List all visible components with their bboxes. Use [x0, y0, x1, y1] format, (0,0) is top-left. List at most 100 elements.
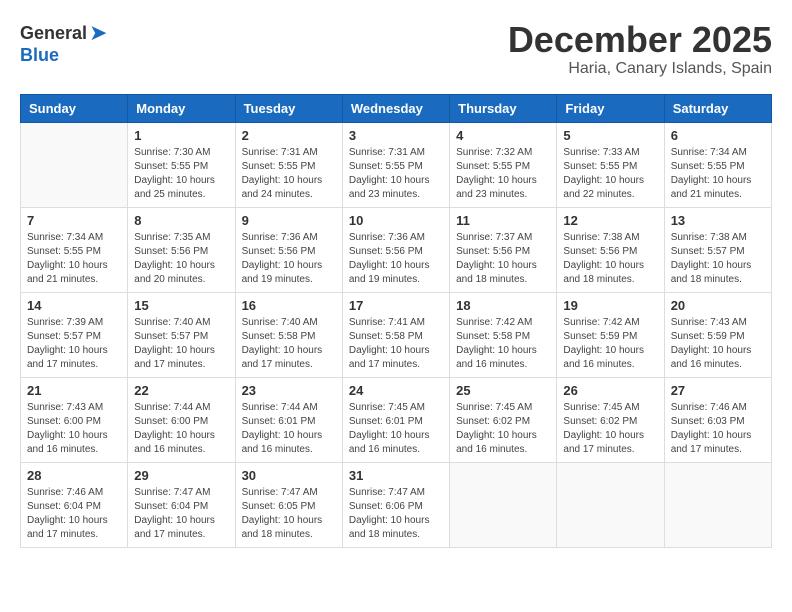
day-number: 14 — [27, 298, 121, 313]
day-number: 30 — [242, 468, 336, 483]
day-info: Sunrise: 7:38 AM Sunset: 5:56 PM Dayligh… — [563, 231, 657, 287]
day-number: 17 — [349, 298, 443, 313]
day-number: 31 — [349, 468, 443, 483]
calendar-cell: 3 Sunrise: 7:31 AM Sunset: 5:55 PM Daylig… — [342, 122, 449, 207]
day-info: Sunrise: 7:30 AM Sunset: 5:55 PM Dayligh… — [134, 146, 228, 202]
calendar-cell: 12 Sunrise: 7:38 AM Sunset: 5:56 PM Dayli… — [557, 207, 664, 292]
day-number: 28 — [27, 468, 121, 483]
calendar-cell: 22 Sunrise: 7:44 AM Sunset: 6:00 PM Dayli… — [128, 377, 235, 462]
calendar-table: SundayMondayTuesdayWednesdayThursdayFrid… — [20, 94, 772, 548]
calendar-cell: 11 Sunrise: 7:37 AM Sunset: 5:56 PM Dayli… — [450, 207, 557, 292]
day-info: Sunrise: 7:34 AM Sunset: 5:55 PM Dayligh… — [671, 146, 765, 202]
day-info: Sunrise: 7:39 AM Sunset: 5:57 PM Dayligh… — [27, 316, 121, 372]
day-info: Sunrise: 7:44 AM Sunset: 6:01 PM Dayligh… — [242, 401, 336, 457]
day-info: Sunrise: 7:42 AM Sunset: 5:59 PM Dayligh… — [563, 316, 657, 372]
day-info: Sunrise: 7:43 AM Sunset: 5:59 PM Dayligh… — [671, 316, 765, 372]
title-block: December 2025 Haria, Canary Islands, Spa… — [508, 20, 772, 78]
location-subtitle: Haria, Canary Islands, Spain — [508, 60, 772, 78]
weekday-header: Friday — [557, 94, 664, 122]
day-info: Sunrise: 7:45 AM Sunset: 6:02 PM Dayligh… — [456, 401, 550, 457]
day-number: 20 — [671, 298, 765, 313]
week-row: 14 Sunrise: 7:39 AM Sunset: 5:57 PM Dayli… — [21, 292, 772, 377]
day-info: Sunrise: 7:47 AM Sunset: 6:06 PM Dayligh… — [349, 486, 443, 542]
day-number: 26 — [563, 383, 657, 398]
day-info: Sunrise: 7:40 AM Sunset: 5:58 PM Dayligh… — [242, 316, 336, 372]
day-info: Sunrise: 7:47 AM Sunset: 6:05 PM Dayligh… — [242, 486, 336, 542]
week-row: 7 Sunrise: 7:34 AM Sunset: 5:55 PM Daylig… — [21, 207, 772, 292]
day-number: 10 — [349, 213, 443, 228]
day-info: Sunrise: 7:37 AM Sunset: 5:56 PM Dayligh… — [456, 231, 550, 287]
day-info: Sunrise: 7:36 AM Sunset: 5:56 PM Dayligh… — [242, 231, 336, 287]
week-row: 21 Sunrise: 7:43 AM Sunset: 6:00 PM Dayli… — [21, 377, 772, 462]
calendar-cell: 16Sunrise: 7:40 AM Sunset: 5:58 PM Dayli… — [235, 292, 342, 377]
day-number: 3 — [349, 128, 443, 143]
logo-blue: Blue — [20, 45, 59, 65]
day-info: Sunrise: 7:31 AM Sunset: 5:55 PM Dayligh… — [242, 146, 336, 202]
logo-bird-icon: ➤ — [89, 20, 107, 46]
day-number: 11 — [456, 213, 550, 228]
day-info: Sunrise: 7:44 AM Sunset: 6:00 PM Dayligh… — [134, 401, 228, 457]
calendar-cell: 31 Sunrise: 7:47 AM Sunset: 6:06 PM Dayli… — [342, 462, 449, 547]
calendar-cell: 2 Sunrise: 7:31 AM Sunset: 5:55 PM Daylig… — [235, 122, 342, 207]
calendar-cell: 19 Sunrise: 7:42 AM Sunset: 5:59 PM Dayli… — [557, 292, 664, 377]
weekday-header: Saturday — [664, 94, 771, 122]
calendar-cell: 8Sunrise: 7:35 AM Sunset: 5:56 PM Daylig… — [128, 207, 235, 292]
calendar-cell: 18 Sunrise: 7:42 AM Sunset: 5:58 PM Dayli… — [450, 292, 557, 377]
calendar-cell: 1Sunrise: 7:30 AM Sunset: 5:55 PM Daylig… — [128, 122, 235, 207]
day-info: Sunrise: 7:36 AM Sunset: 5:56 PM Dayligh… — [349, 231, 443, 287]
calendar-cell: 24 Sunrise: 7:45 AM Sunset: 6:01 PM Dayli… — [342, 377, 449, 462]
calendar-cell: 17 Sunrise: 7:41 AM Sunset: 5:58 PM Dayli… — [342, 292, 449, 377]
calendar-cell: 30 Sunrise: 7:47 AM Sunset: 6:05 PM Dayli… — [235, 462, 342, 547]
day-info: Sunrise: 7:42 AM Sunset: 5:58 PM Dayligh… — [456, 316, 550, 372]
calendar-cell: 10 Sunrise: 7:36 AM Sunset: 5:56 PM Dayli… — [342, 207, 449, 292]
day-info: Sunrise: 7:46 AM Sunset: 6:04 PM Dayligh… — [27, 486, 121, 542]
weekday-header: Tuesday — [235, 94, 342, 122]
calendar-cell: 4Sunrise: 7:32 AM Sunset: 5:55 PM Daylig… — [450, 122, 557, 207]
calendar-cell: 21 Sunrise: 7:43 AM Sunset: 6:00 PM Dayli… — [21, 377, 128, 462]
calendar-cell: 7 Sunrise: 7:34 AM Sunset: 5:55 PM Daylig… — [21, 207, 128, 292]
calendar-cell — [450, 462, 557, 547]
day-info: Sunrise: 7:41 AM Sunset: 5:58 PM Dayligh… — [349, 316, 443, 372]
day-number: 7 — [27, 213, 121, 228]
day-info: Sunrise: 7:47 AM Sunset: 6:04 PM Dayligh… — [134, 486, 228, 542]
day-number: 12 — [563, 213, 657, 228]
calendar-cell: 27Sunrise: 7:46 AM Sunset: 6:03 PM Dayli… — [664, 377, 771, 462]
day-info: Sunrise: 7:43 AM Sunset: 6:00 PM Dayligh… — [27, 401, 121, 457]
day-info: Sunrise: 7:35 AM Sunset: 5:56 PM Dayligh… — [134, 231, 228, 287]
day-number: 21 — [27, 383, 121, 398]
calendar-cell: 28 Sunrise: 7:46 AM Sunset: 6:04 PM Dayli… — [21, 462, 128, 547]
weekday-header: Monday — [128, 94, 235, 122]
month-title: December 2025 — [508, 20, 772, 60]
day-number: 6 — [671, 128, 765, 143]
day-number: 23 — [242, 383, 336, 398]
calendar-cell: 23 Sunrise: 7:44 AM Sunset: 6:01 PM Dayli… — [235, 377, 342, 462]
logo-general: General — [20, 24, 87, 42]
weekday-header: Thursday — [450, 94, 557, 122]
week-row: 28 Sunrise: 7:46 AM Sunset: 6:04 PM Dayli… — [21, 462, 772, 547]
calendar-cell: 5Sunrise: 7:33 AM Sunset: 5:55 PM Daylig… — [557, 122, 664, 207]
calendar-cell: 20 Sunrise: 7:43 AM Sunset: 5:59 PM Dayli… — [664, 292, 771, 377]
day-info: Sunrise: 7:45 AM Sunset: 6:01 PM Dayligh… — [349, 401, 443, 457]
day-number: 22 — [134, 383, 228, 398]
calendar-cell: 15 Sunrise: 7:40 AM Sunset: 5:57 PM Dayli… — [128, 292, 235, 377]
day-number: 27 — [671, 383, 765, 398]
weekday-header-row: SundayMondayTuesdayWednesdayThursdayFrid… — [21, 94, 772, 122]
day-number: 2 — [242, 128, 336, 143]
day-info: Sunrise: 7:38 AM Sunset: 5:57 PM Dayligh… — [671, 231, 765, 287]
calendar-cell: 29Sunrise: 7:47 AM Sunset: 6:04 PM Dayli… — [128, 462, 235, 547]
day-number: 15 — [134, 298, 228, 313]
day-info: Sunrise: 7:40 AM Sunset: 5:57 PM Dayligh… — [134, 316, 228, 372]
weekday-header: Sunday — [21, 94, 128, 122]
calendar-cell — [21, 122, 128, 207]
calendar-cell: 9 Sunrise: 7:36 AM Sunset: 5:56 PM Daylig… — [235, 207, 342, 292]
day-number: 9 — [242, 213, 336, 228]
day-info: Sunrise: 7:34 AM Sunset: 5:55 PM Dayligh… — [27, 231, 121, 287]
day-number: 19 — [563, 298, 657, 313]
day-info: Sunrise: 7:31 AM Sunset: 5:55 PM Dayligh… — [349, 146, 443, 202]
calendar-cell: 26Sunrise: 7:45 AM Sunset: 6:02 PM Dayli… — [557, 377, 664, 462]
day-number: 24 — [349, 383, 443, 398]
calendar-cell — [664, 462, 771, 547]
day-number: 18 — [456, 298, 550, 313]
day-info: Sunrise: 7:33 AM Sunset: 5:55 PM Dayligh… — [563, 146, 657, 202]
page-header: General ➤ Blue December 2025 Haria, Cana… — [20, 20, 772, 78]
